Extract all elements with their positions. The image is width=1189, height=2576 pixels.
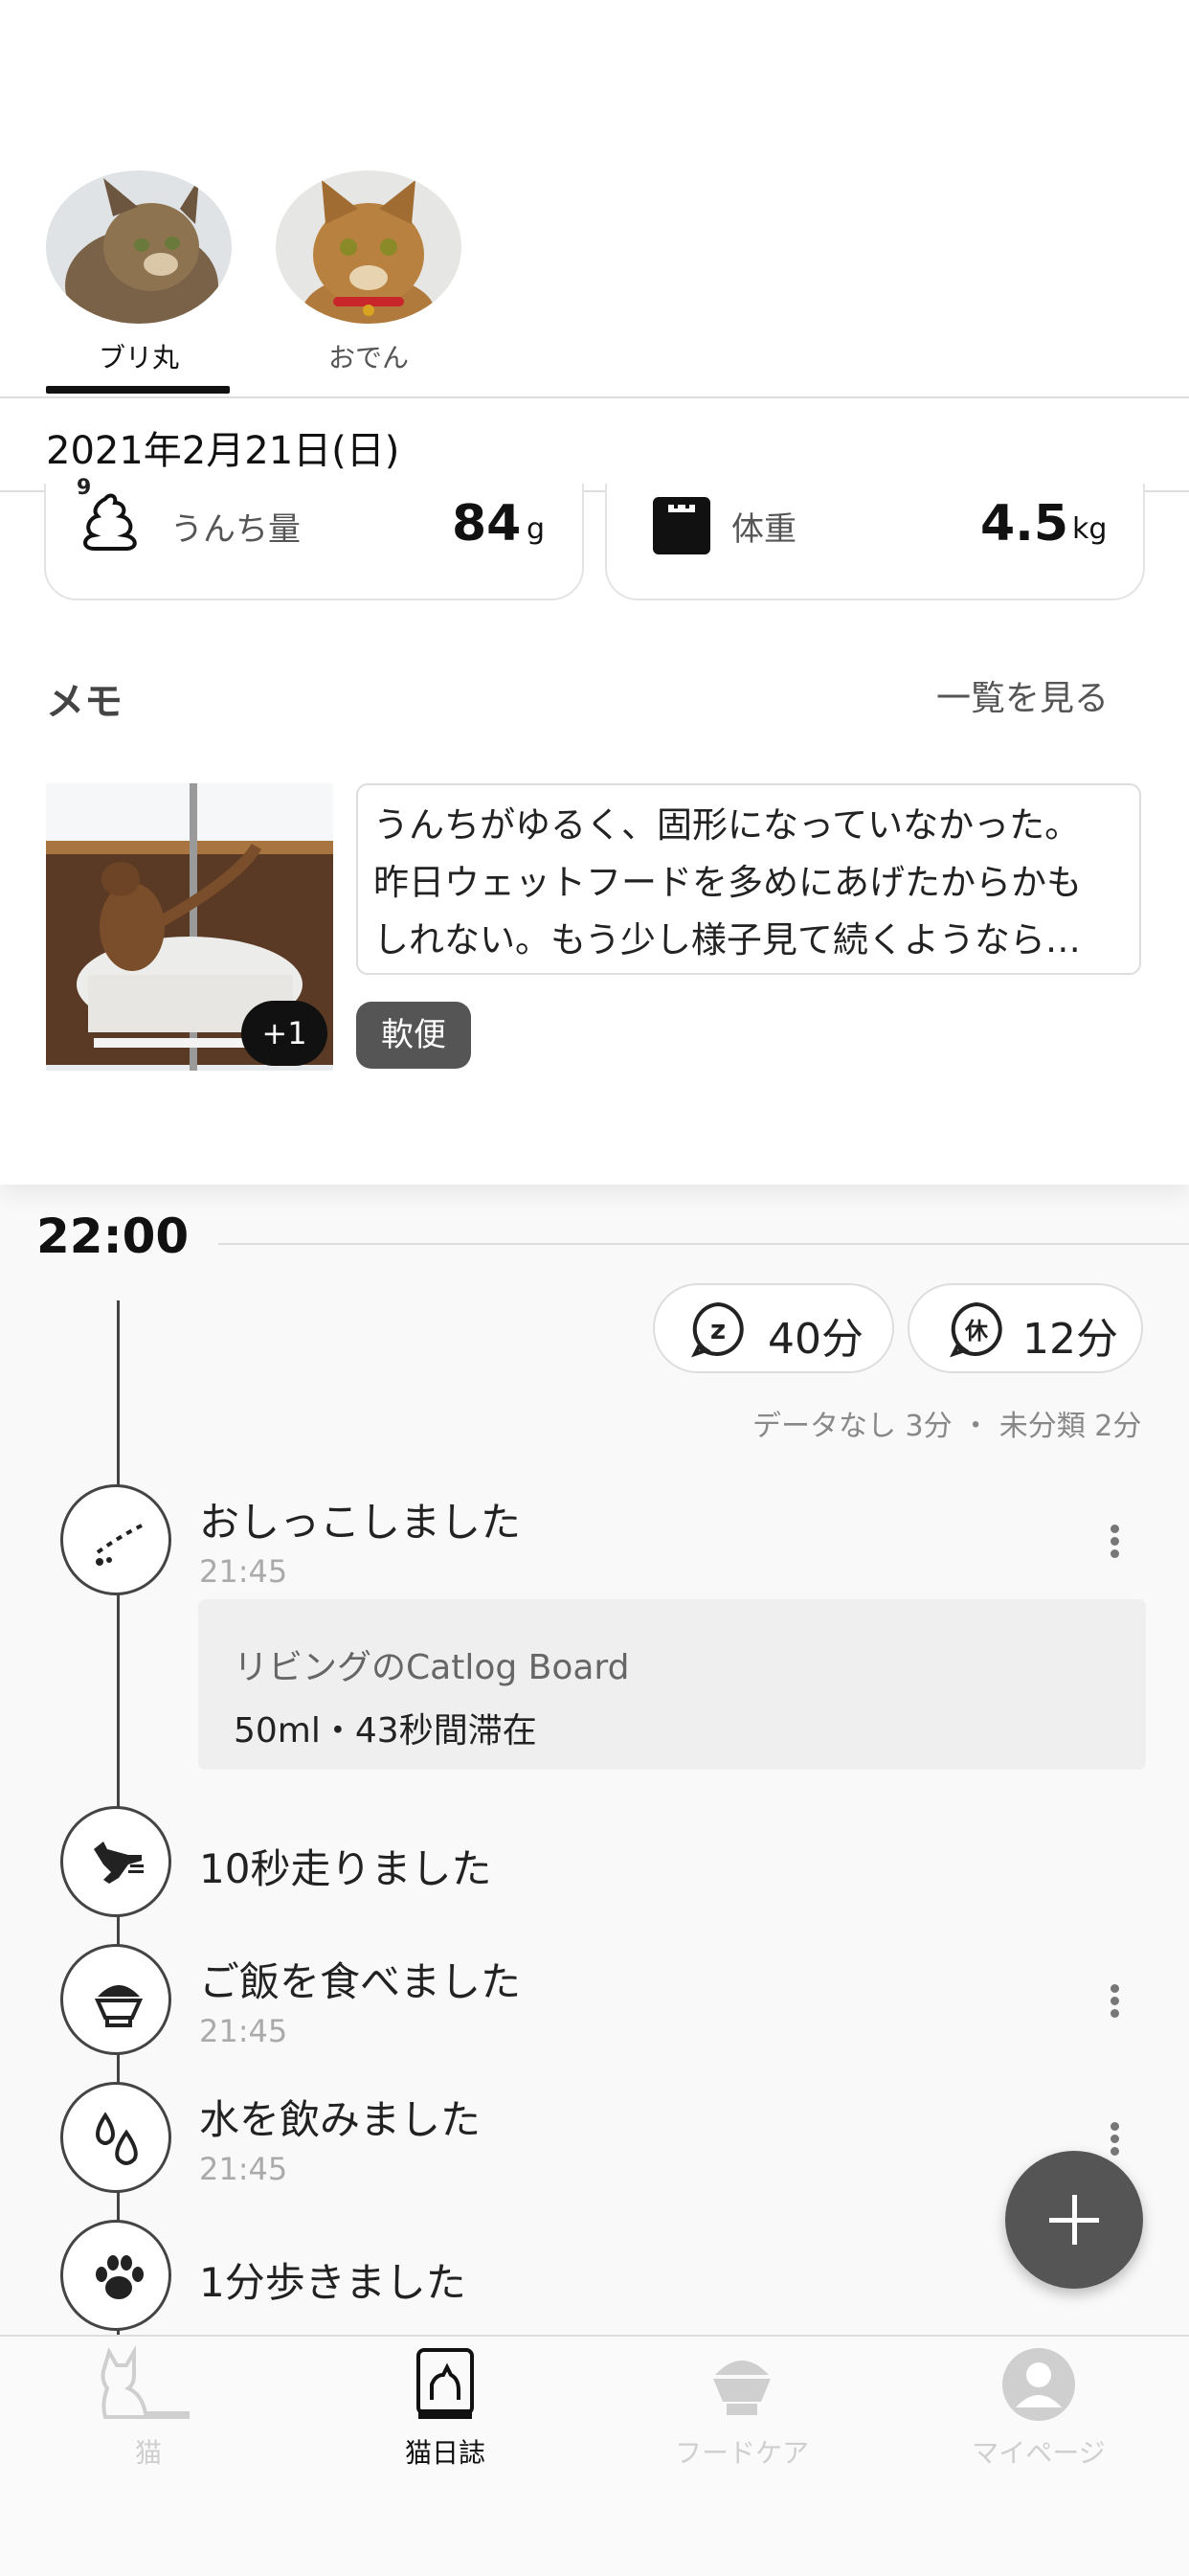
weight-stat-card[interactable]: 体重 4.5 kg — [605, 484, 1145, 600]
weight-value: 4.5 — [980, 495, 1069, 553]
more-options-icon[interactable] — [1110, 1521, 1124, 1562]
timeline-time-label: 22:00 — [36, 1209, 190, 1264]
selected-tab-indicator — [46, 386, 230, 394]
nav-food-care[interactable]: フードケア — [594, 2346, 890, 2471]
timeline-data-note: データなし 3分 ・ 未分類 2分 — [752, 1410, 1142, 1443]
water-drop-icon — [60, 2082, 171, 2193]
cat-tab-buri[interactable]: ブリ丸 — [46, 170, 232, 375]
cat-avatar — [276, 170, 461, 324]
detail-info: 50ml・43秒間滞在 — [234, 1711, 537, 1751]
memo-line: 昨日ウェットフードを多めにあげたからかも — [373, 862, 1082, 903]
nav-mypage[interactable]: マイページ — [890, 2346, 1187, 2471]
nav-label: 猫日誌 — [404, 2437, 485, 2469]
add-record-button[interactable] — [1005, 2151, 1143, 2289]
more-options-icon[interactable] — [1110, 1980, 1124, 2022]
pee-icon — [60, 1484, 171, 1595]
poop-unit: g — [527, 512, 546, 546]
rest-icon: 休 — [948, 1300, 1005, 1362]
rest-chip[interactable]: 休 12分 — [908, 1283, 1143, 1373]
food-bowl-icon — [60, 1944, 171, 2055]
memo-view-all-link[interactable]: 一覧を見る — [936, 670, 1109, 720]
photo-count-badge: +1 — [241, 1001, 327, 1066]
food-bowl-icon — [713, 2361, 771, 2415]
event-title: 10秒走りました — [199, 1845, 492, 1892]
detail-device: リビングのCatlog Board — [234, 1648, 630, 1687]
sleep-duration: 40分 — [768, 1315, 864, 1364]
weight-unit: kg — [1072, 512, 1108, 546]
sleep-icon-char: z — [710, 1314, 726, 1345]
event-title: おしっこしました — [199, 1499, 522, 1546]
event-title: ご飯を食べました — [199, 1958, 522, 2005]
cat-avatar — [46, 170, 232, 324]
memo-text-box[interactable]: うんちがゆるく、固形になっていなかった。 昨日ウェットフードを多めにあげたからか… — [356, 783, 1141, 975]
running-cat-icon — [60, 1806, 171, 1917]
event-title: 1分歩きました — [199, 2259, 466, 2306]
nav-label: 猫 — [134, 2437, 162, 2469]
poop-count: 9 — [77, 476, 92, 500]
rest-duration: 12分 — [1022, 1315, 1118, 1364]
nav-label: フードケア — [674, 2437, 809, 2469]
event-time: 21:45 — [199, 2151, 288, 2187]
cat-name: ブリ丸 — [98, 342, 179, 373]
poop-stat-card[interactable]: 9 うんち量 84 g — [44, 476, 584, 600]
nav-cat[interactable]: 猫 — [0, 2344, 297, 2471]
poop-value: 84 — [452, 495, 522, 553]
plus-icon — [1049, 2195, 1099, 2245]
cat-icon — [101, 2344, 190, 2419]
nav-journal[interactable]: 猫日誌 — [297, 2346, 594, 2471]
weight-label: 体重 — [731, 510, 796, 549]
event-time: 21:45 — [199, 2013, 288, 2049]
rest-icon-char: 休 — [964, 1318, 989, 1344]
cat-name: おでん — [327, 342, 409, 373]
memo-tag[interactable]: 軟便 — [356, 1002, 471, 1069]
event-title: 水を飲みました — [199, 2096, 482, 2143]
memo-line: しれない。もう少し様子見て続くようなら… — [373, 919, 1081, 960]
scale-icon — [653, 497, 710, 558]
nav-label: マイページ — [972, 2437, 1106, 2469]
user-icon — [1002, 2348, 1075, 2421]
memo-title: メモ — [46, 680, 123, 724]
poop-label: うんち量 — [170, 510, 301, 549]
memo-line: うんちがゆるく、固形になっていなかった。 — [373, 804, 1081, 846]
paw-icon — [60, 2220, 171, 2331]
cat-tab-oden[interactable]: おでん — [276, 170, 461, 375]
sleep-chip[interactable]: z 40分 — [653, 1283, 894, 1373]
event-time: 21:45 — [199, 1553, 288, 1590]
sleep-icon: z — [689, 1300, 747, 1362]
journal-icon — [416, 2348, 474, 2419]
date-label: 2021年2月21日(日) — [46, 429, 400, 473]
timeline-divider — [218, 1243, 1189, 1245]
